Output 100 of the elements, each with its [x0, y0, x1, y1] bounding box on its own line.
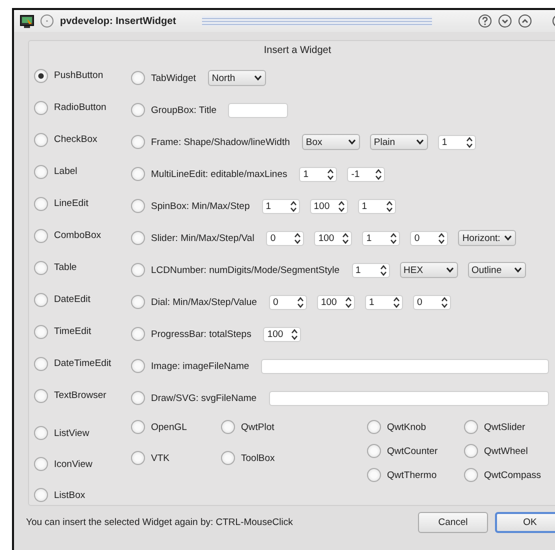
radio-button[interactable]: [34, 228, 48, 242]
radio-button[interactable]: [464, 420, 478, 434]
radio-option[interactable]: DateEdit: [34, 292, 90, 306]
spin-arrows-icon[interactable]: [375, 168, 382, 180]
spin-arrows-icon[interactable]: [294, 232, 302, 244]
radio-button[interactable]: [464, 468, 478, 482]
radio-button[interactable]: [131, 167, 145, 181]
spin-box[interactable]: 1: [362, 230, 400, 246]
radio-option[interactable]: ToolBox: [221, 451, 367, 465]
input-field[interactable]: [268, 390, 549, 406]
dropdown[interactable]: Horizont:: [458, 230, 516, 246]
spin-arrows-icon[interactable]: [390, 232, 398, 244]
radio-button[interactable]: [464, 444, 478, 458]
radio-button[interactable]: [131, 199, 145, 213]
radio-button[interactable]: [221, 451, 235, 465]
spin-arrows-icon[interactable]: [438, 232, 446, 244]
radio-option[interactable]: GroupBox: Title: [131, 103, 216, 117]
radio-button[interactable]: [221, 420, 235, 434]
radio-button[interactable]: [131, 103, 145, 117]
spin-arrows-icon[interactable]: [440, 296, 448, 308]
radio-option[interactable]: RadioButton: [34, 100, 106, 114]
spin-arrows-icon[interactable]: [291, 328, 298, 340]
radio-option[interactable]: VTK: [131, 451, 221, 465]
radio-option[interactable]: QwtThermo: [367, 468, 464, 482]
dialog-button[interactable]: OK: [495, 512, 555, 533]
radio-button[interactable]: [34, 356, 48, 370]
radio-option[interactable]: QwtSlider: [464, 420, 554, 434]
radio-option[interactable]: Table: [34, 260, 77, 274]
spin-arrows-icon[interactable]: [342, 232, 350, 244]
radio-button[interactable]: [34, 132, 48, 146]
radio-option[interactable]: CheckBox: [34, 132, 98, 146]
spin-box[interactable]: -1: [347, 166, 386, 182]
window-menu-icon[interactable]: [40, 14, 54, 28]
dropdown[interactable]: North: [208, 70, 266, 86]
spin-box[interactable]: 1: [299, 166, 338, 182]
radio-button[interactable]: [34, 488, 48, 502]
spin-arrows-icon[interactable]: [392, 296, 400, 308]
radio-button[interactable]: [34, 292, 48, 306]
spin-arrows-icon[interactable]: [344, 296, 352, 308]
radio-button[interactable]: [131, 295, 145, 309]
radio-button[interactable]: [131, 71, 145, 85]
dropdown[interactable]: HEX: [400, 262, 458, 278]
radio-button[interactable]: [367, 420, 381, 434]
radio-option[interactable]: PushButton: [34, 68, 104, 82]
radio-option[interactable]: SpinBox: Min/Max/Step: [131, 199, 250, 213]
radio-option[interactable]: TimeEdit: [34, 324, 92, 338]
radio-button[interactable]: [131, 263, 145, 277]
spin-arrows-icon[interactable]: [296, 296, 304, 308]
radio-option[interactable]: Dial: Min/Max/Step/Value: [131, 295, 257, 309]
radio-option[interactable]: DateTimeEdit: [34, 356, 112, 370]
radio-button[interactable]: [131, 451, 145, 465]
radio-option[interactable]: TextBrowser: [34, 388, 106, 402]
radio-button[interactable]: [131, 231, 145, 245]
radio-option[interactable]: IconView: [34, 457, 131, 471]
radio-option[interactable]: OpenGL: [131, 420, 221, 434]
radio-option[interactable]: Frame: Shape/Shadow/lineWidth: [131, 135, 290, 149]
radio-button[interactable]: [131, 420, 145, 434]
radio-option[interactable]: ListView: [34, 426, 131, 440]
spin-box[interactable]: 0: [410, 230, 448, 246]
maximize-icon[interactable]: [518, 14, 532, 28]
radio-button[interactable]: [131, 135, 145, 149]
dropdown[interactable]: Outline: [468, 262, 526, 278]
dropdown[interactable]: Plain: [370, 134, 428, 150]
spin-box[interactable]: 100: [316, 294, 355, 310]
spin-arrows-icon[interactable]: [290, 200, 297, 212]
radio-button[interactable]: [34, 324, 48, 338]
input-field[interactable]: [261, 358, 549, 374]
spin-arrows-icon[interactable]: [327, 168, 334, 180]
spin-box[interactable]: 1: [262, 198, 300, 214]
help-icon[interactable]: [478, 14, 492, 28]
radio-button[interactable]: [34, 426, 48, 440]
spin-box[interactable]: 1: [438, 134, 476, 150]
radio-option[interactable]: QwtWheel: [464, 444, 554, 458]
radio-option[interactable]: LineEdit: [34, 196, 88, 210]
spin-box[interactable]: 100: [314, 230, 352, 246]
spin-arrows-icon[interactable]: [380, 264, 386, 276]
dropdown[interactable]: Box: [302, 134, 360, 150]
radio-button[interactable]: [367, 468, 381, 482]
radio-button[interactable]: [131, 327, 145, 341]
radio-button[interactable]: [34, 388, 48, 402]
radio-option[interactable]: ProgressBar: totalSteps: [131, 327, 252, 341]
radio-option[interactable]: ComboBox: [34, 228, 101, 242]
spin-box[interactable]: 100: [263, 326, 302, 342]
radio-option[interactable]: Label: [34, 164, 78, 178]
radio-button[interactable]: [131, 391, 145, 405]
radio-button[interactable]: [34, 164, 48, 178]
spin-box[interactable]: 100: [310, 198, 348, 214]
spin-box[interactable]: 0: [266, 230, 304, 246]
radio-option[interactable]: QwtCounter: [367, 444, 464, 458]
spin-box[interactable]: 0: [268, 294, 307, 310]
radio-button[interactable]: [367, 444, 381, 458]
spin-box[interactable]: 0: [412, 294, 451, 310]
radio-button[interactable]: [34, 260, 48, 274]
spin-arrows-icon[interactable]: [386, 200, 393, 212]
spin-box[interactable]: 1: [352, 262, 390, 278]
dialog-button[interactable]: Cancel: [418, 512, 488, 533]
spin-arrows-icon[interactable]: [466, 136, 473, 148]
radio-button[interactable]: [34, 68, 48, 82]
radio-option[interactable]: LCDNumber: numDigits/Mode/SegmentStyle: [131, 263, 340, 277]
radio-option[interactable]: Draw/SVG: svgFileName: [131, 391, 257, 405]
